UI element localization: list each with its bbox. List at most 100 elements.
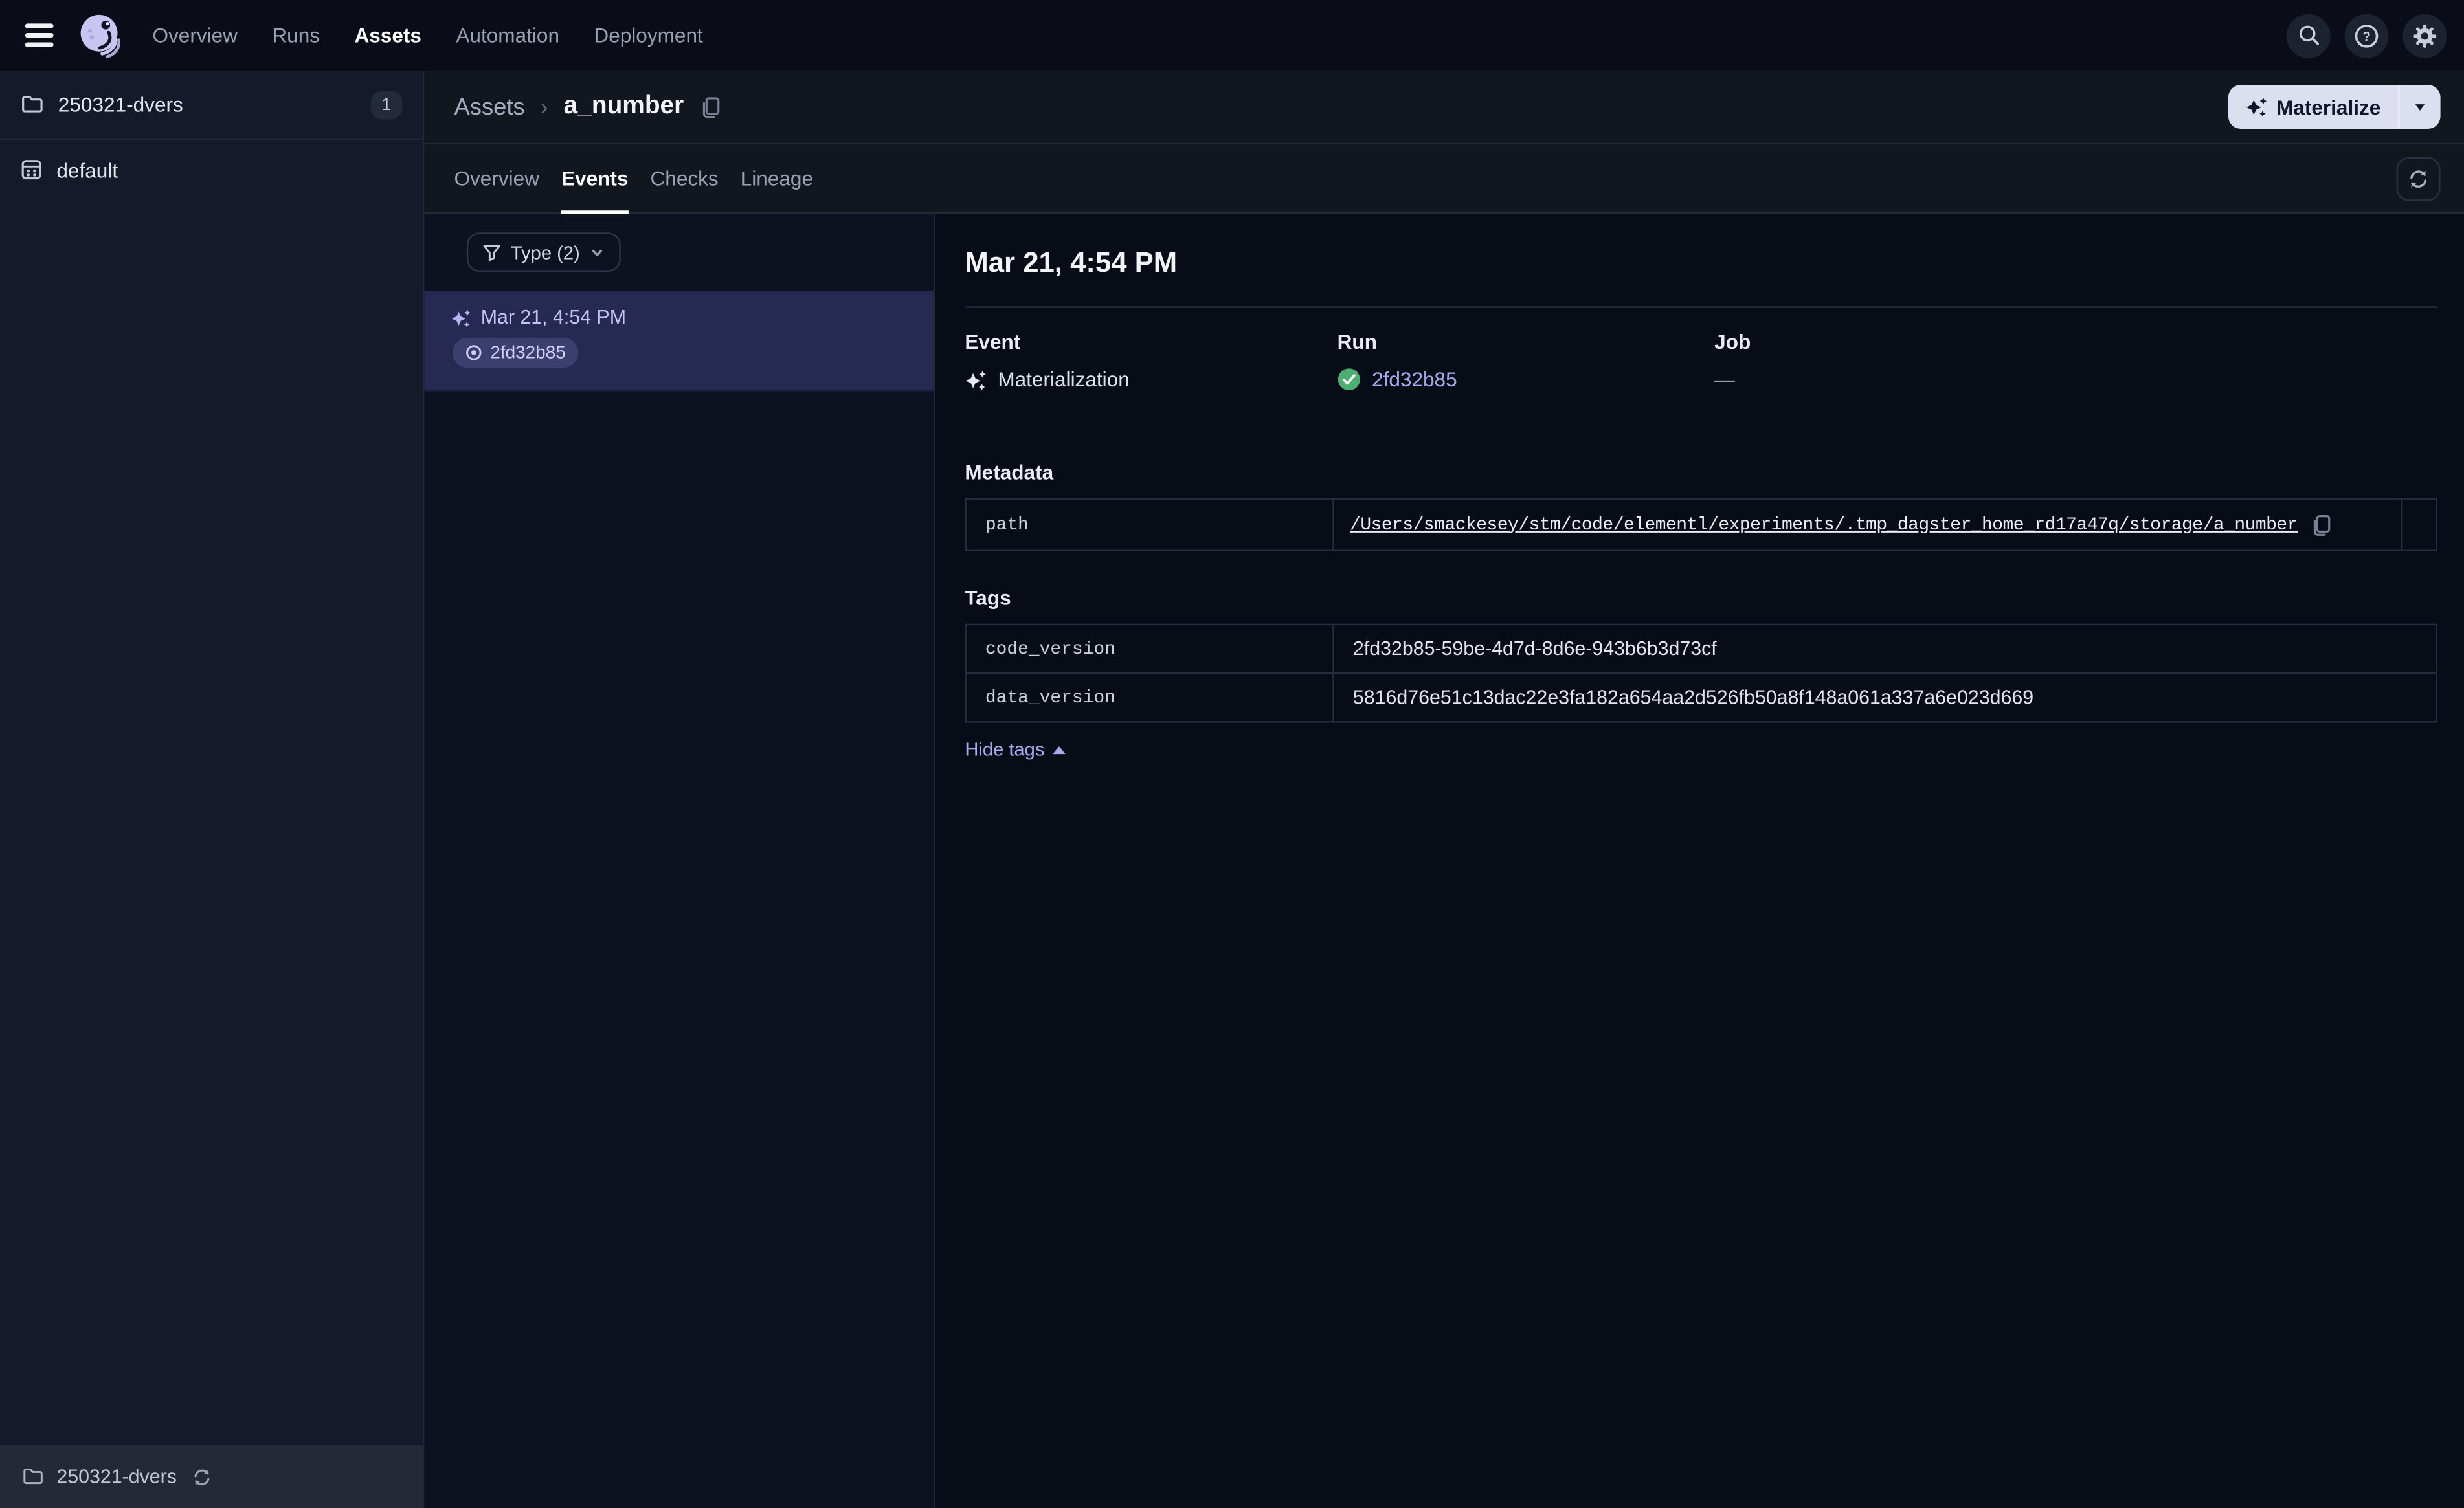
event-column-header: Event xyxy=(965,329,1021,354)
event-timestamp-title: Mar 21, 4:54 PM xyxy=(965,247,1178,278)
main-panel: Assets › a_number Materialize Overview E… xyxy=(424,71,2464,1508)
event-item-run-id: 2fd32b85 xyxy=(490,343,566,362)
chevron-down-icon xyxy=(592,249,603,256)
sidebar-group-count-badge: 1 xyxy=(370,90,403,119)
gear-icon xyxy=(2413,23,2437,47)
hide-tags-label: Hide tags xyxy=(965,738,1045,760)
page-title: a_number xyxy=(563,93,684,120)
tab-events[interactable]: Events xyxy=(561,144,629,214)
asset-catalog-sidebar: 250321-dvers 1 default 250321-dvers xyxy=(0,71,425,1508)
metadata-table: path /Users/smackesey/stm/code/elementl/… xyxy=(965,498,2437,551)
materialization-sparkle-icon xyxy=(2245,97,2266,117)
metadata-key: path xyxy=(967,499,1334,550)
dagster-logo-icon xyxy=(80,14,120,58)
copy-path-button[interactable] xyxy=(2310,513,2332,537)
materialization-sparkle-icon xyxy=(965,370,986,390)
run-column: Run 2fd32b85 xyxy=(1338,330,1715,392)
event-item-run-pill[interactable]: 2fd32b85 xyxy=(453,337,579,368)
run-link[interactable]: 2fd32b85 xyxy=(1372,368,1457,391)
main-nav: Overview Runs Assets Automation Deployme… xyxy=(152,23,702,47)
nav-assets[interactable]: Assets xyxy=(354,23,421,47)
code-location-status-bar: 250321-dvers xyxy=(0,1445,423,1508)
search-icon xyxy=(2298,25,2318,45)
table-row: data_version 5816d76e51c13dac22e3fa182a6… xyxy=(966,672,2436,722)
materialize-options-button[interactable] xyxy=(2399,85,2440,129)
svg-text:?: ? xyxy=(2362,28,2371,43)
event-list: Type (2) Mar 21, 4:54 PM 2fd32b85 xyxy=(424,214,935,1508)
success-check-icon xyxy=(1338,368,1360,391)
breadcrumb: Assets › a_number xyxy=(454,93,721,121)
menu-button[interactable] xyxy=(22,21,56,50)
nav-runs[interactable]: Runs xyxy=(272,23,320,47)
job-column-header: Job xyxy=(1714,329,1751,354)
breadcrumb-assets-link[interactable]: Assets xyxy=(454,93,524,120)
nav-deployment[interactable]: Deployment xyxy=(594,23,702,47)
metadata-heading: Metadata xyxy=(965,460,1054,484)
folder-icon xyxy=(23,1469,43,1485)
table-end-cell xyxy=(2401,499,2436,550)
tag-key: data_version xyxy=(967,674,1334,722)
table-row: path /Users/smackesey/stm/code/elementl/… xyxy=(967,499,2436,550)
event-column: Event Materialization xyxy=(965,330,1337,392)
filter-funnel-icon xyxy=(483,244,500,261)
job-column: Job — xyxy=(1714,330,2437,392)
asset-tabs: Overview Events Checks Lineage xyxy=(424,144,2464,214)
sidebar-group-row[interactable]: 250321-dvers 1 xyxy=(0,71,423,140)
materialization-sparkle-icon xyxy=(451,309,471,327)
caret-down-icon xyxy=(2415,104,2425,111)
refresh-events-button[interactable] xyxy=(2396,157,2441,201)
code-location-name: 250321-dvers xyxy=(56,1465,177,1488)
sidebar-item-label: default xyxy=(56,157,118,182)
event-item-timestamp: Mar 21, 4:54 PM xyxy=(480,306,627,329)
type-filter-button[interactable]: Type (2) xyxy=(466,232,621,272)
tag-value: 2fd32b85-59be-4d7d-8d6e-943b6b3d73cf xyxy=(1352,638,1717,660)
event-detail-panel: Mar 21, 4:54 PM Event Materialization Ru… xyxy=(935,214,2464,1508)
nav-automation[interactable]: Automation xyxy=(456,23,559,47)
settings-button[interactable] xyxy=(2402,13,2447,58)
job-value: — xyxy=(1714,367,1735,392)
topbar: Overview Runs Assets Automation Deployme… xyxy=(0,0,2464,71)
path-link[interactable]: /Users/smackesey/stm/code/elementl/exper… xyxy=(1350,515,2298,535)
event-list-item[interactable]: Mar 21, 4:54 PM 2fd32b85 xyxy=(424,291,934,392)
reload-code-location-button[interactable] xyxy=(192,1467,213,1487)
event-summary-columns: Event Materialization Run 2fd32b85 Job — xyxy=(965,330,2437,392)
topbar-actions: ? xyxy=(2286,13,2447,58)
tags-heading: Tags xyxy=(965,586,1011,610)
materialize-button[interactable]: Materialize xyxy=(2227,85,2441,129)
events-content: Type (2) Mar 21, 4:54 PM 2fd32b85 Mar 21… xyxy=(424,214,2464,1508)
tab-overview[interactable]: Overview xyxy=(454,144,539,212)
copy-asset-name-button[interactable] xyxy=(700,95,722,118)
table-row: code_version 2fd32b85-59be-4d7d-8d6e-943… xyxy=(967,625,2436,672)
refresh-icon xyxy=(195,1469,210,1485)
tag-key: code_version xyxy=(967,625,1334,672)
refresh-icon xyxy=(2410,170,2426,188)
app-root: Overview Runs Assets Automation Deployme… xyxy=(0,0,2464,1508)
caret-up-icon xyxy=(1052,745,1065,753)
run-column-header: Run xyxy=(1337,329,1377,354)
tags-table: code_version 2fd32b85-59be-4d7d-8d6e-943… xyxy=(965,623,2437,723)
search-button[interactable] xyxy=(2286,13,2331,58)
tab-checks[interactable]: Checks xyxy=(650,144,718,212)
sidebar-group-label: 250321-dvers xyxy=(58,93,183,116)
nav-overview[interactable]: Overview xyxy=(152,23,238,47)
help-icon: ? xyxy=(2355,23,2379,47)
copy-icon xyxy=(2314,514,2331,535)
divider xyxy=(965,306,2437,308)
help-button[interactable]: ? xyxy=(2344,13,2389,58)
tag-value: 5816d76e51c13dac22e3fa182a654aa2d526fb50… xyxy=(1352,686,2034,709)
hide-tags-button[interactable]: Hide tags xyxy=(965,738,1065,760)
type-filter-label: Type (2) xyxy=(510,241,580,263)
tab-lineage[interactable]: Lineage xyxy=(741,144,813,212)
chevron-right-icon: › xyxy=(541,94,548,120)
sidebar-item-default[interactable]: default xyxy=(0,140,423,199)
folder-icon xyxy=(22,95,43,113)
dagster-logo[interactable] xyxy=(77,12,124,59)
event-type-value: Materialization xyxy=(998,367,1130,392)
materialize-label: Materialize xyxy=(2276,94,2381,119)
asset-group-icon xyxy=(21,160,41,180)
copy-icon xyxy=(703,96,720,117)
asset-header: Assets › a_number Materialize xyxy=(424,71,2464,145)
materialize-button-main[interactable]: Materialize xyxy=(2228,85,2398,129)
run-status-icon xyxy=(466,345,482,360)
hamburger-icon xyxy=(25,24,54,47)
